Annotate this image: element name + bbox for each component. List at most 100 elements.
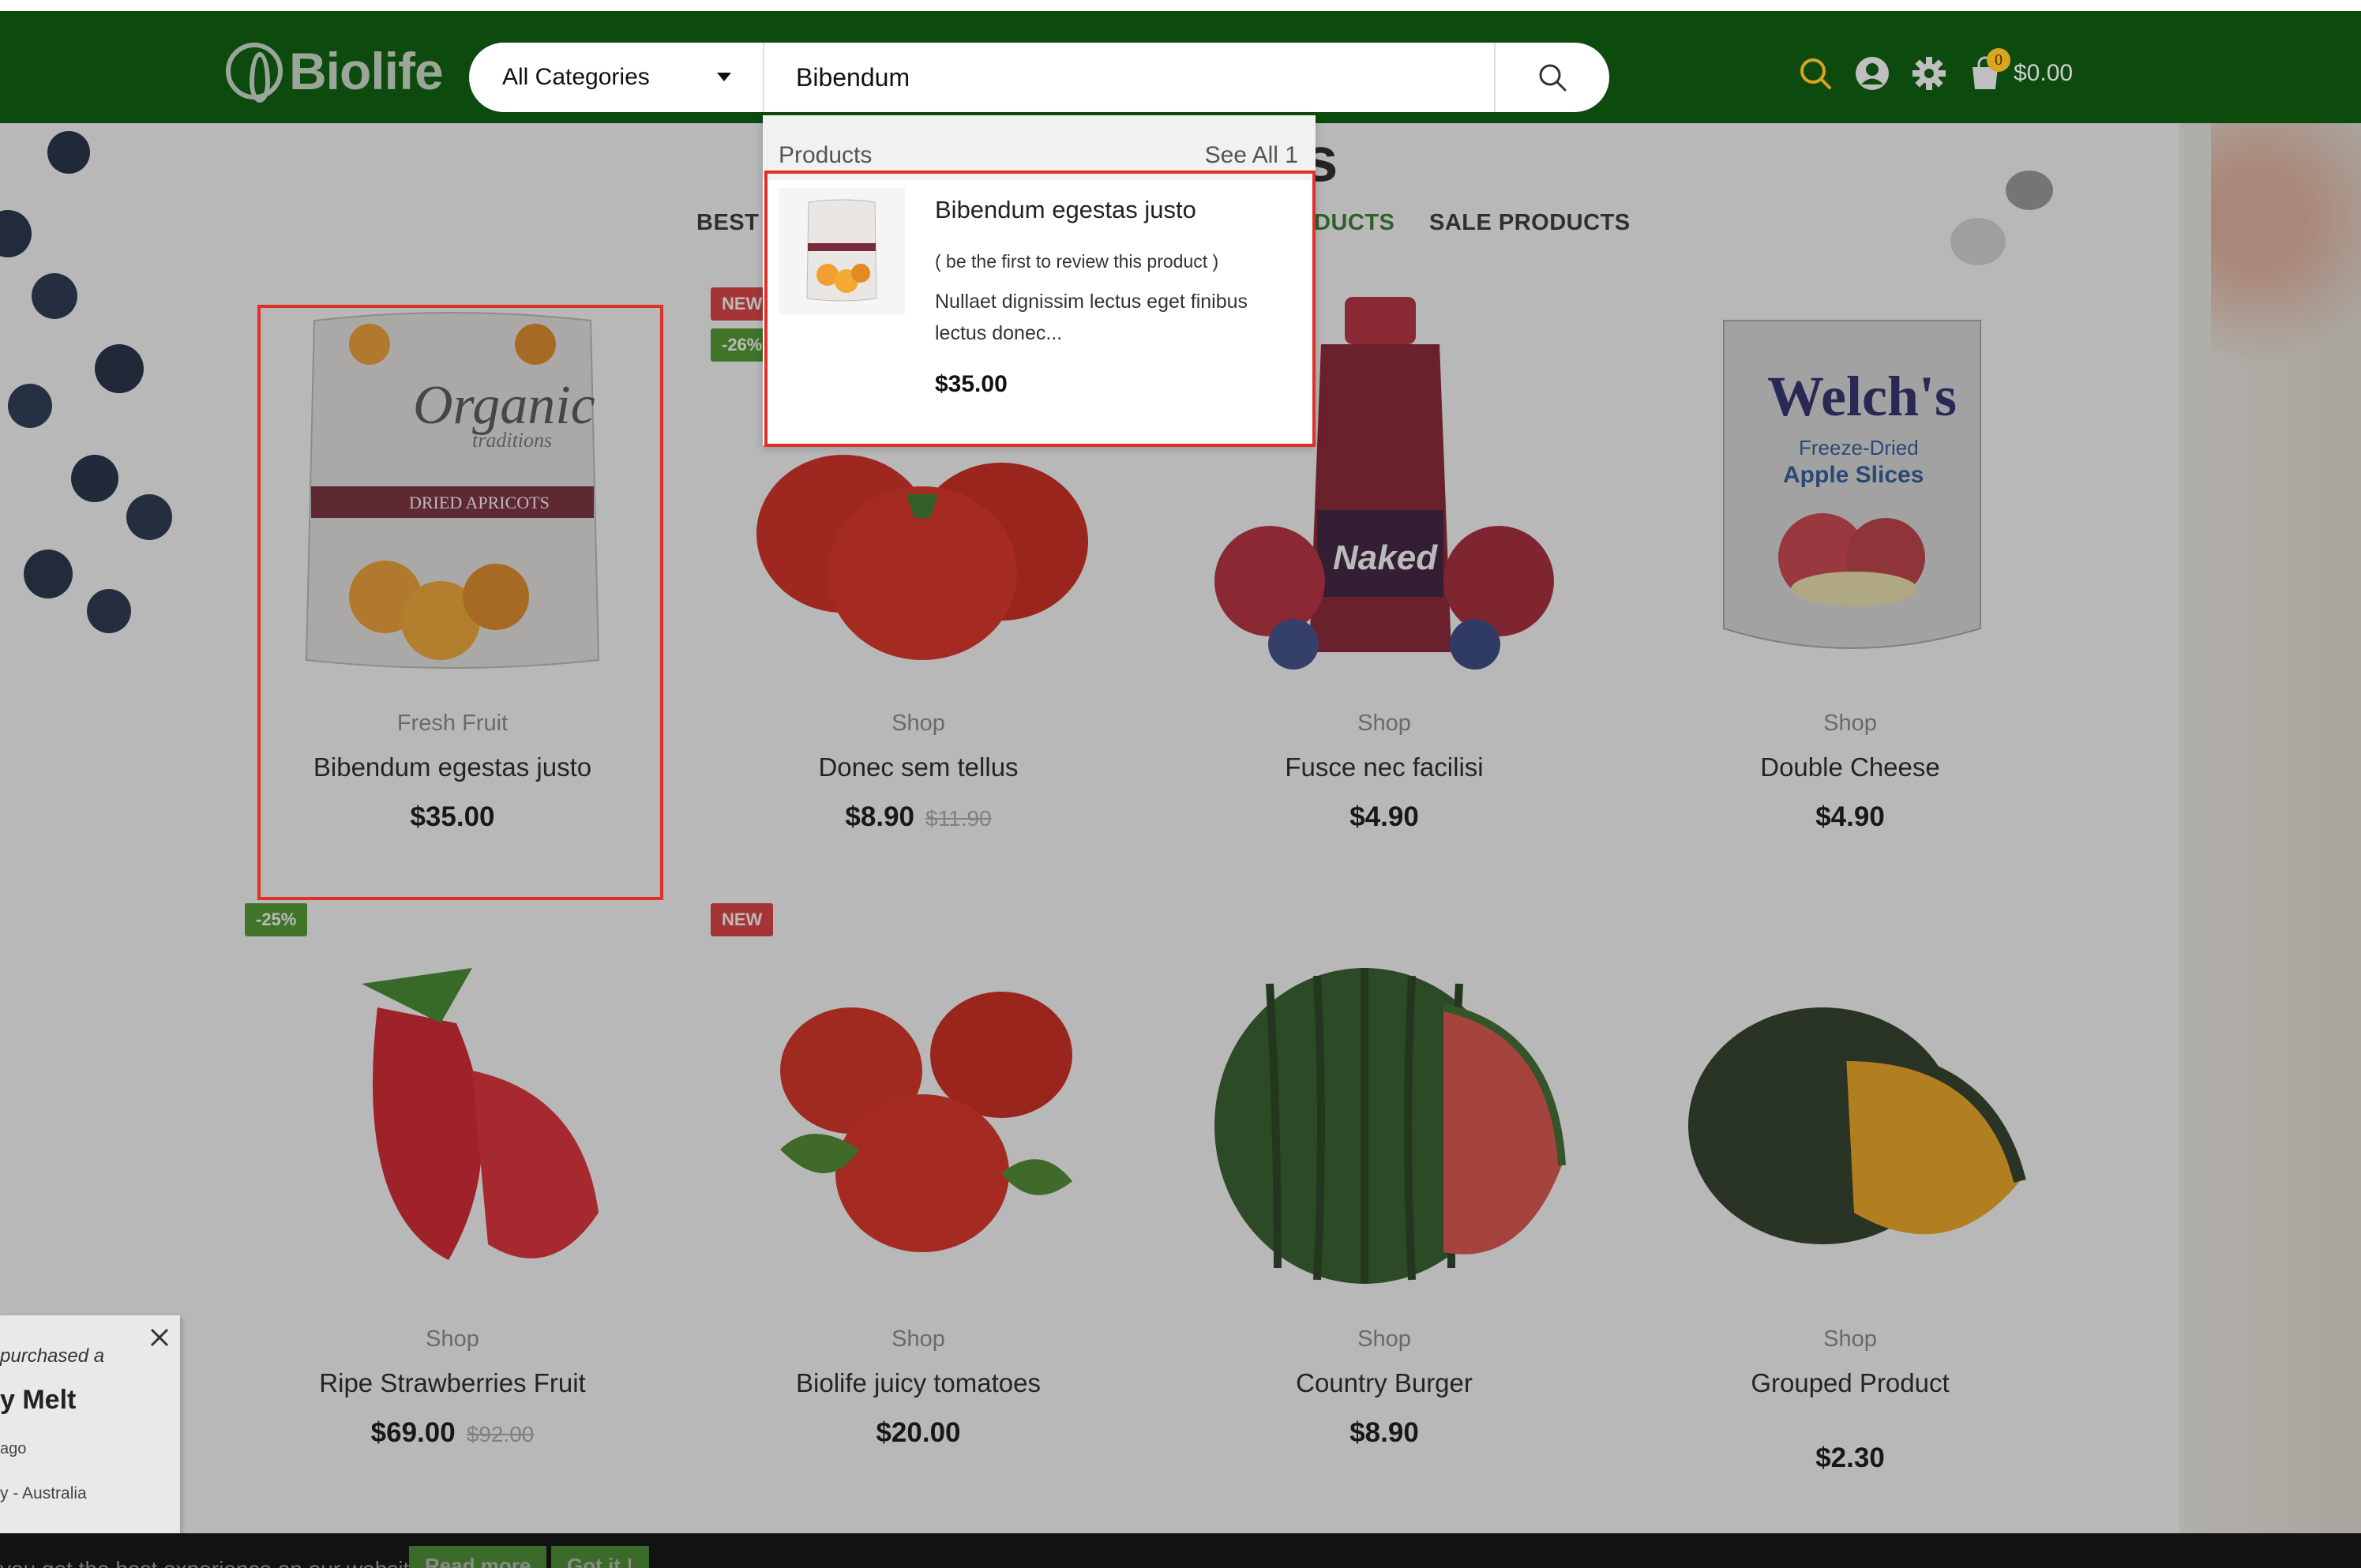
price-current: $4.90 — [1349, 801, 1419, 832]
price-old: $92.00 — [466, 1422, 535, 1446]
price-current: $8.90 — [845, 801, 915, 832]
product-price: $20.00 — [717, 1417, 1120, 1449]
product-name[interactable]: Double Cheese — [1649, 752, 2051, 782]
recent-purchase-popup: purchased a y Melt ago y - Australia — [0, 1315, 180, 1538]
blueberry-decoration — [0, 210, 32, 257]
product-price: $8.90 — [1183, 1417, 1586, 1449]
search-button[interactable] — [1494, 43, 1609, 112]
product-category[interactable]: Shop — [1649, 711, 2051, 737]
settings-button[interactable] — [1911, 55, 1947, 92]
seeds-decoration — [2211, 123, 2361, 439]
tab-sale-products[interactable]: SALE PRODUCTS — [1429, 210, 1631, 236]
popup-location: y - Australia — [0, 1484, 87, 1502]
close-icon — [150, 1328, 169, 1347]
price-current: $20.00 — [876, 1417, 961, 1448]
price-current: $69.00 — [370, 1417, 456, 1448]
svg-text:DRIED APRICOTS: DRIED APRICOTS — [409, 493, 550, 512]
popup-product[interactable]: y Melt — [0, 1385, 76, 1416]
cart-count-badge: 0 — [1987, 48, 2010, 72]
price-old: $11.90 — [925, 806, 992, 831]
result-name[interactable]: Bibendum egestas justo — [935, 196, 1196, 224]
blueberry-decoration — [32, 273, 77, 319]
header-icons: 0 $0.00 — [1797, 48, 2073, 92]
product-category[interactable]: Shop — [717, 1326, 1120, 1352]
product-image[interactable] — [1649, 913, 2051, 1323]
read-more-button[interactable]: Read more — [409, 1546, 547, 1568]
search-toggle[interactable] — [1797, 55, 1834, 92]
popup-text: purchased a — [0, 1345, 105, 1367]
svg-text:traditions: traditions — [472, 429, 552, 452]
product-price: $2.30 — [1649, 1442, 2051, 1474]
got-it-button[interactable]: Got it ! — [551, 1546, 649, 1568]
product-category[interactable]: Shop — [1649, 1326, 2051, 1352]
svg-text:Welch's: Welch's — [1767, 365, 1957, 428]
blueberry-decoration — [24, 550, 73, 598]
cart-button[interactable]: 0 $0.00 — [1968, 48, 2073, 91]
pebble-decoration — [1950, 218, 2006, 265]
product-card[interactable]: Welch's Freeze-Dried Apple Slices Shop D… — [1649, 297, 2051, 833]
product-category[interactable]: Shop — [717, 711, 1120, 737]
leaf-icon — [226, 43, 283, 103]
blueberry-decoration — [47, 131, 90, 174]
product-name[interactable]: Country Burger — [1183, 1368, 1586, 1398]
cookie-bar: you get the best experience on our websi… — [0, 1533, 2361, 1568]
product-category[interactable]: Shop — [251, 1326, 654, 1352]
product-card[interactable]: Shop Grouped Product $2.30 — [1649, 913, 2051, 1474]
search-input[interactable] — [764, 43, 1494, 112]
svg-text:Freeze-Dried: Freeze-Dried — [1799, 436, 1919, 460]
product-card[interactable]: -25% Shop Ripe Strawberries Fruit $69.00… — [245, 903, 654, 1449]
badge-discount: -25% — [245, 903, 308, 936]
blueberry-decoration — [71, 455, 118, 502]
svg-text:Apple Slices: Apple Slices — [1783, 462, 1924, 488]
pebble-decoration — [2006, 171, 2053, 210]
product-name[interactable]: Ripe Strawberries Fruit — [251, 1368, 654, 1398]
result-thumbnail[interactable] — [779, 188, 905, 314]
result-description: Nullaet dignissim lectus eget finibus le… — [935, 291, 1248, 344]
category-select-value: All Categories — [502, 64, 650, 90]
search-bar: All Categories — [469, 43, 1609, 112]
blueberry-decoration — [8, 384, 52, 428]
results-header: Products See All 1 — [763, 115, 1316, 180]
product-image[interactable]: Organic traditions DRIED APRICOTS — [251, 297, 654, 707]
product-name[interactable]: Biolife juicy tomatoes — [717, 1368, 1120, 1398]
price-current: $2.30 — [1815, 1442, 1885, 1473]
product-name[interactable]: Grouped Product — [1649, 1368, 2051, 1398]
site-logo[interactable]: Biolife — [226, 39, 444, 103]
product-price: $4.90 — [1649, 801, 2051, 833]
product-card[interactable]: NEW Shop Biolife juicy tomatoes $20.00 — [711, 903, 1120, 1449]
badge-new: NEW — [711, 903, 774, 936]
product-price: $8.90 $11.90 — [717, 801, 1120, 833]
gear-icon — [1912, 57, 1946, 90]
blueberry-decoration — [126, 494, 172, 540]
results-group-label: Products — [779, 142, 873, 168]
search-results-dropdown: Products See All 1 Bibendum egestas just… — [763, 115, 1316, 445]
top-strip — [0, 0, 2361, 11]
svg-text:Naked: Naked — [1333, 538, 1438, 577]
product-name[interactable]: Fusce nec facilisi — [1183, 752, 1586, 782]
product-category[interactable]: Fresh Fruit — [251, 711, 654, 737]
cookie-text: you get the best experience on our websi… — [0, 1557, 428, 1568]
product-card[interactable]: Shop Country Burger $8.90 — [1183, 913, 1586, 1449]
category-select[interactable]: All Categories — [469, 43, 764, 112]
product-price: $69.00 $92.00 — [251, 1417, 654, 1449]
svg-text:Organic: Organic — [413, 375, 595, 436]
product-image[interactable] — [1183, 913, 1586, 1323]
product-name[interactable]: Bibendum egestas justo — [251, 752, 654, 782]
tab-products[interactable]: DUCTS — [1314, 210, 1394, 236]
product-price: $35.00 — [251, 801, 654, 833]
user-icon — [1856, 57, 1889, 90]
product-category[interactable]: Shop — [1183, 711, 1586, 737]
search-result-item[interactable]: Bibendum egestas justo ( be the first to… — [763, 172, 1316, 445]
product-image[interactable] — [717, 913, 1120, 1323]
account-button[interactable] — [1854, 55, 1890, 92]
result-price: $35.00 — [935, 371, 1008, 397]
product-card[interactable]: Organic traditions DRIED APRICOTS Fresh … — [251, 297, 654, 833]
product-image[interactable]: Welch's Freeze-Dried Apple Slices — [1649, 297, 2051, 707]
product-name[interactable]: Donec sem tellus — [717, 752, 1120, 782]
close-button[interactable] — [148, 1326, 171, 1349]
see-all-link[interactable]: See All 1 — [1205, 142, 1298, 169]
product-image[interactable] — [251, 913, 654, 1323]
product-category[interactable]: Shop — [1183, 1326, 1586, 1352]
search-icon — [1539, 64, 1567, 92]
logo-text: Biolife — [289, 42, 444, 100]
